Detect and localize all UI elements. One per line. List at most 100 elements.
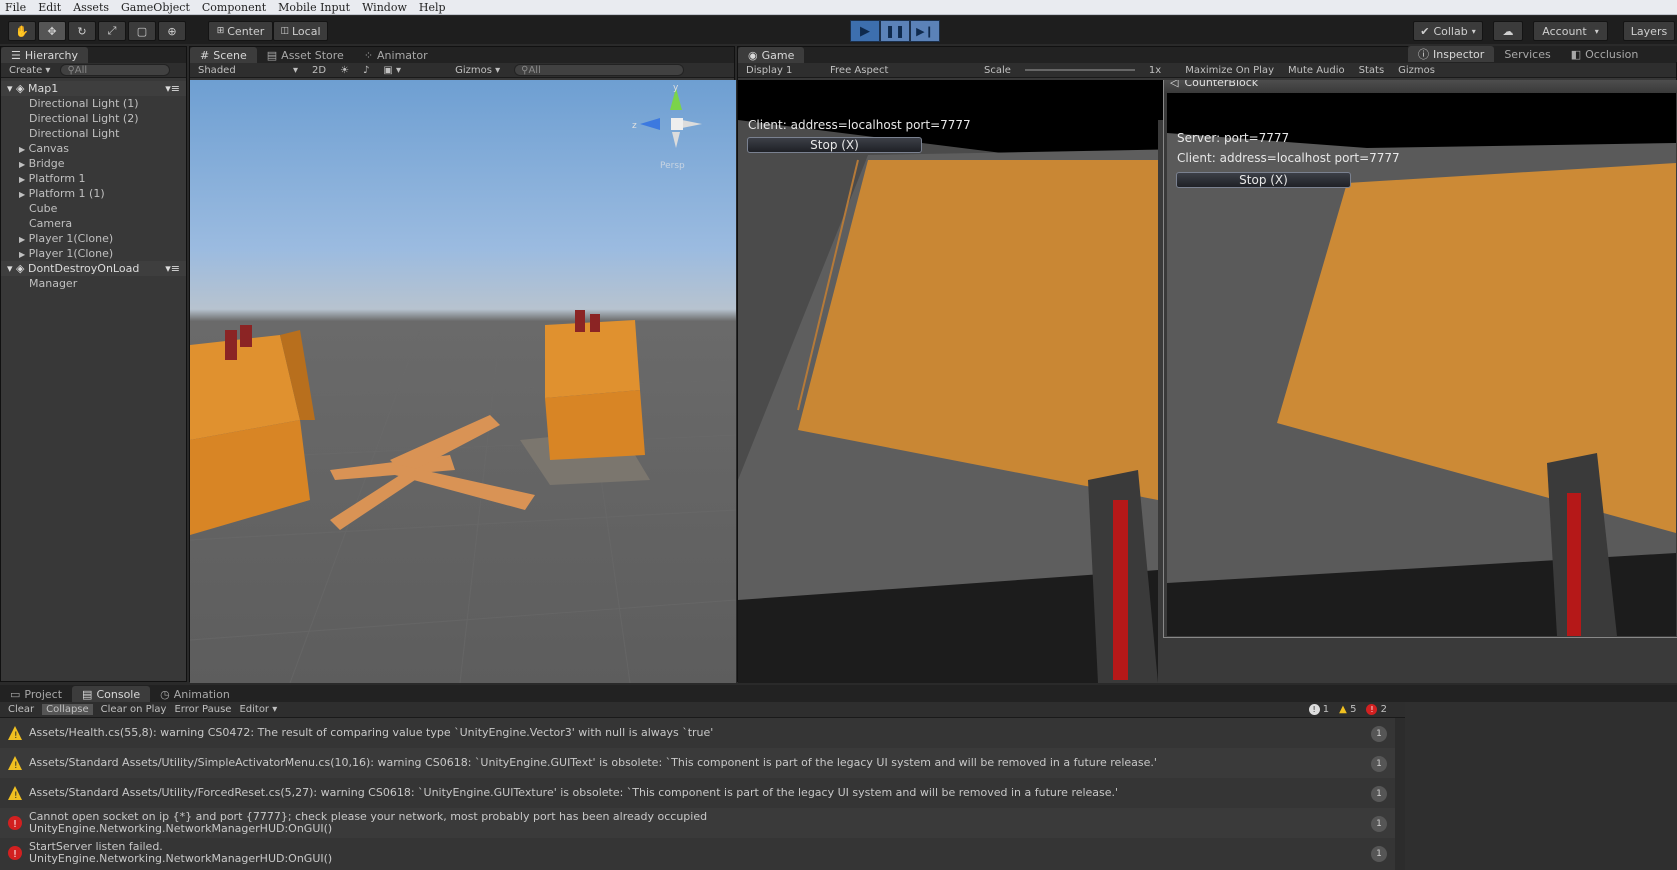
step-button[interactable]: ▶❙	[910, 20, 940, 42]
expand-arrow-icon[interactable]: ▶	[19, 235, 25, 244]
display-dropdown[interactable]: Display 1	[746, 65, 816, 76]
hierarchy-item[interactable]: ▶ Player 1(Clone)	[1, 246, 186, 261]
warning-filter-toggle[interactable]: ▲ 5	[1339, 704, 1356, 715]
clear-on-play-toggle[interactable]: Clear on Play	[101, 704, 167, 715]
console-entry[interactable]: ! StartServer listen failed. UnityEngine…	[0, 838, 1395, 868]
tab-asset-store[interactable]: ▤ Asset Store	[257, 47, 354, 63]
account-button[interactable]: Account ▾	[1533, 21, 1608, 41]
console-entry[interactable]: ! Assets/Health.cs(55,8): warning CS0472…	[0, 718, 1395, 748]
hierarchy-item[interactable]: ▶ Bridge	[1, 156, 186, 171]
create-dropdown[interactable]: Create ▾	[9, 65, 50, 76]
console-entry[interactable]: ! Cannot open socket on ip {*} and port …	[0, 808, 1395, 838]
stats-toggle[interactable]: Stats	[1359, 65, 1385, 76]
account-label: Account	[1542, 24, 1587, 38]
expand-arrow-icon[interactable]: ▶	[19, 160, 25, 169]
scale-tool-button[interactable]: ⤢	[98, 21, 126, 41]
editor-dropdown[interactable]: Editor ▾	[239, 704, 277, 715]
menu-edit[interactable]: Edit	[33, 0, 68, 14]
play-button[interactable]: ▶	[850, 20, 880, 42]
collapse-toggle[interactable]: Collapse	[42, 704, 93, 715]
menu-component[interactable]: Component	[197, 0, 273, 14]
hierarchy-item[interactable]: Directional Light	[1, 126, 186, 141]
tab-hierarchy[interactable]: ☰ Hierarchy	[1, 47, 89, 63]
tab-scene[interactable]: # Scene	[190, 47, 257, 63]
aspect-dropdown[interactable]: Free Aspect	[830, 65, 970, 76]
clear-button[interactable]: Clear	[8, 704, 34, 715]
menu-icon[interactable]: ▾≡	[165, 81, 180, 96]
collab-button[interactable]: ✔ Collab ▾	[1413, 21, 1483, 41]
hierarchy-item[interactable]: ▶ Player 1(Clone)	[1, 231, 186, 246]
tab-inspector[interactable]: ⓘ Inspector	[1408, 46, 1495, 62]
console-scrollbar[interactable]	[1395, 718, 1405, 870]
scene-row-ddol[interactable]: ▾ ◈ DontDestroyOnLoad ▾≡	[1, 261, 186, 276]
tab-occlusion[interactable]: ◧ Occlusion	[1561, 46, 1649, 62]
info-filter-toggle[interactable]: ! 1	[1308, 704, 1329, 715]
mute-audio-toggle[interactable]: Mute Audio	[1288, 65, 1345, 76]
pivot-local-button[interactable]: ◫ Local	[273, 21, 328, 41]
gizmos-dropdown[interactable]: Gizmos	[1398, 65, 1435, 76]
menu-assets[interactable]: Assets	[68, 0, 116, 14]
hierarchy-search-input[interactable]: ⚲ All	[60, 64, 171, 76]
move-tool-button[interactable]: ✥	[38, 21, 66, 41]
console-entry[interactable]: ! Assets/Standard Assets/Utility/ForcedR…	[0, 778, 1395, 808]
cloud-button[interactable]: ☁	[1493, 21, 1523, 41]
window-titlebar[interactable]: ◁ CounterBlock	[1164, 80, 1677, 93]
tab-services[interactable]: Services	[1494, 46, 1560, 62]
expand-arrow-icon[interactable]: ▶	[19, 250, 25, 259]
hierarchy-item[interactable]: Camera	[1, 216, 186, 231]
error-filter-toggle[interactable]: ! 2	[1366, 704, 1387, 715]
counterblock-window[interactable]: ◁ CounterBlock Server: port=7777 Client:…	[1163, 80, 1677, 638]
menu-window[interactable]: Window	[357, 0, 414, 14]
tab-console[interactable]: ▤ Console	[72, 686, 151, 702]
console-entry[interactable]: ! Assets/Standard Assets/Utility/SimpleA…	[0, 748, 1395, 778]
tab-project[interactable]: ▭ Project	[0, 686, 72, 702]
popup-stop-button[interactable]: Stop (X)	[1176, 172, 1351, 188]
popup-viewport[interactable]: Server: port=7777 Client: address=localh…	[1167, 93, 1676, 636]
transform-tool-button[interactable]: ⊕	[158, 21, 186, 41]
hierarchy-item[interactable]: Directional Light (2)	[1, 111, 186, 126]
hierarchy-item[interactable]: Manager	[1, 276, 186, 291]
tab-animation[interactable]: ◷ Animation	[150, 686, 240, 702]
pivot-center-button[interactable]: ⊞ Center	[208, 21, 273, 41]
game-viewport[interactable]: Client: address=localhost port=7777 Stop…	[738, 80, 1677, 683]
hand-tool-button[interactable]: ✋	[8, 21, 36, 41]
pause-button[interactable]: ❚❚	[880, 20, 910, 42]
menu-icon[interactable]: ▾≡	[165, 261, 180, 276]
maximize-on-play-toggle[interactable]: Maximize On Play	[1185, 65, 1274, 76]
hand-icon: ✋	[15, 24, 29, 38]
scene-row-map1[interactable]: ▾ ◈ Map1 ▾≡	[1, 81, 186, 96]
effects-toggle-icon[interactable]: ▣ ▾	[383, 65, 401, 76]
rect-icon: ▢	[136, 24, 148, 38]
tab-animator[interactable]: ⁘ Animator	[354, 47, 438, 63]
item-label: Platform 1 (1)	[28, 187, 105, 200]
layers-button[interactable]: Layers	[1623, 21, 1675, 41]
stop-button[interactable]: Stop (X)	[747, 137, 922, 153]
hierarchy-item[interactable]: Directional Light (1)	[1, 96, 186, 111]
pivot-icon: ⊞	[216, 26, 225, 36]
expand-arrow-icon[interactable]: ▶	[19, 190, 25, 199]
shading-dropdown[interactable]: Shaded ▾	[198, 65, 298, 76]
rotate-tool-button[interactable]: ↻	[68, 21, 96, 41]
scene-orientation-gizmo[interactable]: y z Persp	[632, 83, 702, 171]
scene-search-input[interactable]: ⚲ All	[514, 64, 685, 76]
expand-arrow-icon[interactable]: ▶	[19, 145, 25, 154]
expand-arrow-icon[interactable]: ▶	[19, 175, 25, 184]
scene-viewport[interactable]: y z Persp	[190, 80, 736, 683]
audio-toggle-icon[interactable]: ♪	[363, 65, 369, 76]
hierarchy-item[interactable]: ▶ Platform 1 (1)	[1, 186, 186, 201]
hierarchy-item[interactable]: Cube	[1, 201, 186, 216]
scale-slider[interactable]	[1024, 69, 1135, 71]
menu-gameobject[interactable]: GameObject	[116, 0, 197, 14]
gizmos-dropdown[interactable]: Gizmos ▾	[455, 65, 500, 76]
2d-toggle[interactable]: 2D	[312, 65, 326, 76]
menu-mobile-input[interactable]: Mobile Input	[273, 0, 357, 14]
tab-game[interactable]: ◉ Game	[738, 47, 805, 63]
hierarchy-item[interactable]: ▶ Canvas	[1, 141, 186, 156]
clock-icon: ◷	[160, 687, 170, 701]
menu-file[interactable]: File	[0, 0, 33, 14]
menu-help[interactable]: Help	[414, 0, 453, 14]
lighting-toggle-icon[interactable]: ☀	[340, 65, 349, 76]
rect-tool-button[interactable]: ▢	[128, 21, 156, 41]
hierarchy-item[interactable]: ▶ Platform 1	[1, 171, 186, 186]
error-pause-toggle[interactable]: Error Pause	[174, 704, 231, 715]
